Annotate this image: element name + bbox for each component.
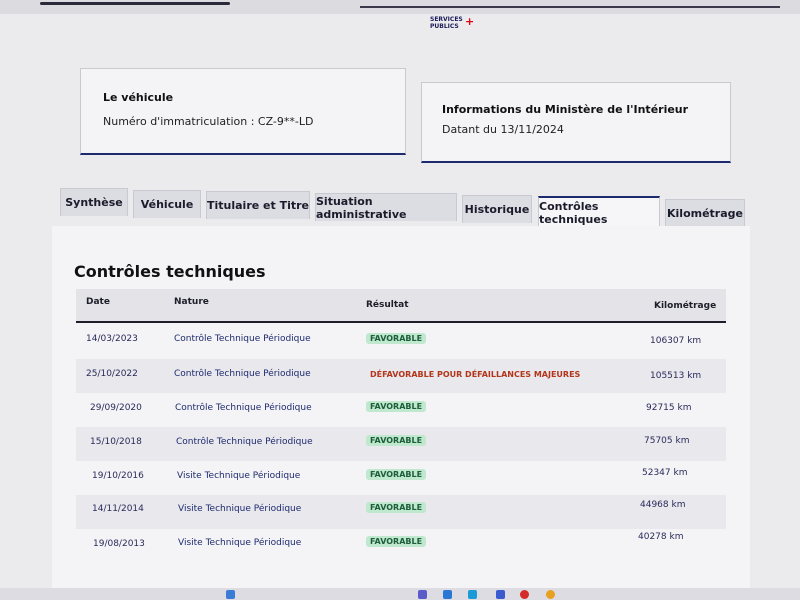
row-date: 29/09/2020 [90, 403, 142, 413]
table-row: 14/03/2023 Contrôle Technique Périodique… [76, 325, 726, 359]
plate-number: Numéro d'immatriculation : CZ-9**-LD [103, 115, 314, 128]
tab-vehicule[interactable]: Véhicule [133, 190, 201, 218]
status-badge: DÉFAVORABLE POUR DÉFAILLANCES MAJEURES [370, 370, 581, 379]
row-nature: Visite Technique Périodique [177, 471, 301, 481]
row-date: 15/10/2018 [90, 437, 142, 447]
ministry-card: Informations du Ministère de l'Intérieur… [421, 82, 731, 163]
tab-label: Situation administrative [316, 194, 407, 221]
tab-kilometrage[interactable]: Kilométrage [665, 199, 745, 227]
header-km: Kilométrage [654, 301, 717, 311]
status-badge: FAVORABLE [366, 536, 427, 547]
top-line-right [360, 6, 780, 8]
status-badge: FAVORABLE [366, 333, 427, 344]
tab-label: Titulaire et Titre [207, 199, 310, 212]
controles-techniques-panel: Contrôles techniques Date Nature Résulta… [52, 226, 750, 600]
os-taskbar [0, 588, 800, 600]
row-km: 44968 km [640, 500, 686, 510]
row-date: 25/10/2022 [86, 369, 138, 379]
header-date: Date [86, 297, 110, 307]
tab-synthese[interactable]: Synthèse [60, 188, 128, 216]
tab-historique[interactable]: Historique [462, 195, 532, 223]
ministry-date: Datant du 13/11/2024 [442, 123, 564, 136]
ministry-card-title: Informations du Ministère de l'Intérieur [442, 103, 689, 116]
row-nature: Contrôle Technique Périodique [174, 334, 311, 344]
table-row: 25/10/2022 Contrôle Technique Périodique… [76, 359, 726, 393]
taskbar-app-icon[interactable] [443, 590, 452, 599]
row-km: 92715 km [646, 403, 692, 413]
tab-controles-techniques[interactable]: Contrôles techniques [538, 196, 660, 228]
table-row: 15/10/2018 Contrôle Technique Périodique… [76, 427, 726, 461]
taskbar-app-icon[interactable] [418, 590, 427, 599]
logo-line-1: SERVICES [430, 16, 463, 23]
taskbar-app-icon[interactable] [496, 590, 505, 599]
row-nature: Contrôle Technique Périodique [175, 403, 312, 413]
services-publics-logo[interactable]: SERVICES PUBLICS + [430, 16, 474, 30]
row-date: 14/11/2014 [92, 504, 144, 514]
row-nature: Visite Technique Périodique [178, 538, 302, 548]
table-row: 14/11/2014 Visite Technique Périodique F… [76, 495, 726, 529]
status-badge: FAVORABLE [366, 502, 427, 513]
windows-start-icon[interactable] [226, 590, 235, 599]
table-row: 19/08/2013 Visite Technique Périodique F… [76, 529, 726, 563]
row-km: 75705 km [644, 436, 690, 446]
row-nature: Visite Technique Périodique [178, 504, 302, 514]
header-result: Résultat [366, 300, 409, 310]
tab-titulaire[interactable]: Titulaire et Titre [206, 191, 310, 219]
row-date: 19/08/2013 [93, 539, 145, 549]
logo-plus-icon: + [465, 15, 475, 28]
table-row: 29/09/2020 Contrôle Technique Périodique… [76, 393, 726, 427]
row-km: 105513 km [650, 371, 702, 381]
tab-label: Contrôles techniques [539, 200, 608, 226]
taskbar-app-icon[interactable] [468, 590, 477, 599]
browser-top-bar [0, 0, 800, 14]
tab-label: Véhicule [140, 198, 194, 211]
top-line-left [40, 2, 230, 5]
section-title: Contrôles techniques [74, 262, 266, 281]
status-badge: FAVORABLE [366, 435, 427, 446]
logo-line-2: PUBLICS [430, 23, 459, 30]
row-date: 14/03/2023 [86, 334, 138, 344]
header-nature: Nature [174, 297, 209, 307]
tab-label: Historique [464, 203, 530, 216]
row-km: 52347 km [642, 468, 688, 478]
vehicle-card-title: Le véhicule [103, 91, 174, 104]
tab-label: Kilométrage [667, 207, 743, 220]
table-header: Date Nature Résultat Kilométrage [76, 289, 726, 323]
tab-label: Synthèse [65, 196, 123, 209]
taskbar-app-icon[interactable] [546, 590, 555, 599]
row-nature: Contrôle Technique Périodique [176, 437, 313, 447]
row-km: 106307 km [650, 336, 702, 346]
tab-bar: Synthèse Véhicule Titulaire et Titre Sit… [60, 188, 750, 228]
table-row: 19/10/2016 Visite Technique Périodique F… [76, 461, 726, 495]
row-date: 19/10/2016 [92, 471, 144, 481]
row-km: 40278 km [638, 532, 684, 542]
taskbar-app-icon[interactable] [520, 590, 529, 599]
tab-situation-administrative[interactable]: Situation administrative [315, 193, 457, 221]
status-badge: FAVORABLE [366, 469, 427, 480]
row-nature: Contrôle Technique Périodique [174, 369, 311, 379]
vehicle-card: Le véhicule Numéro d'immatriculation : C… [80, 68, 406, 155]
status-badge: FAVORABLE [366, 401, 427, 412]
